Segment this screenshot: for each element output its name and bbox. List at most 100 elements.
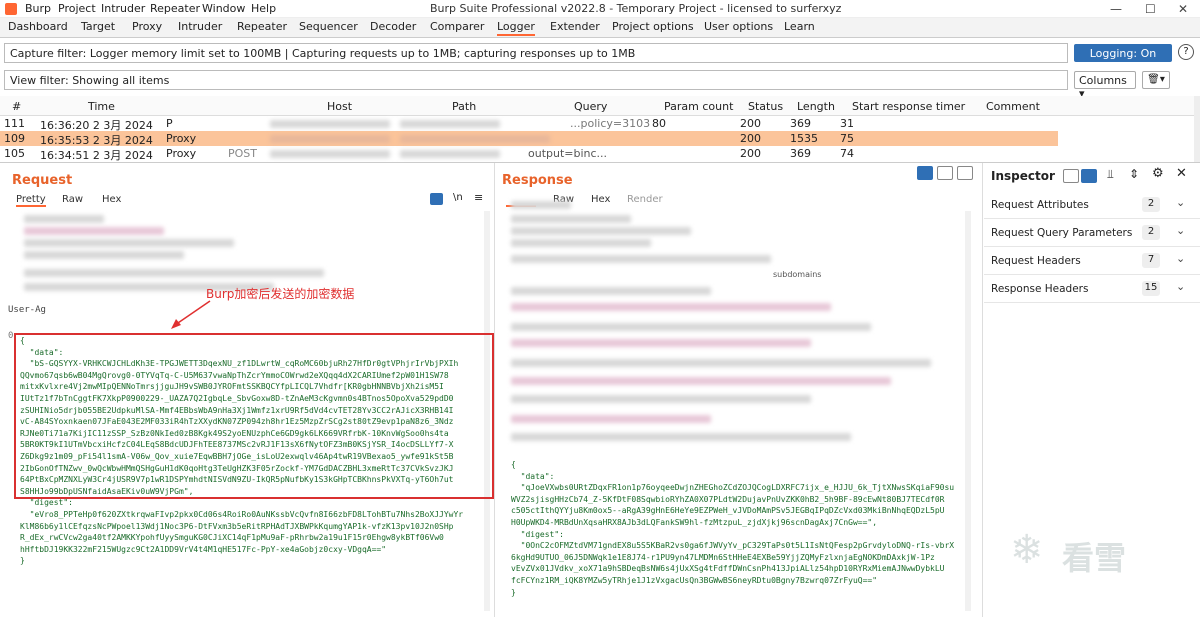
- logging-toggle-button[interactable]: Logging: On: [1074, 44, 1172, 62]
- tab-dashboard[interactable]: Dashboard: [8, 20, 68, 33]
- redacted-path: [400, 135, 550, 143]
- tab-intruder[interactable]: Intruder: [178, 20, 222, 33]
- redacted-headers: [511, 339, 811, 347]
- help-icon[interactable]: ?: [1178, 44, 1194, 60]
- row-param-count: 80: [652, 117, 666, 130]
- row-tool: Proxy: [166, 147, 197, 160]
- layout-single-icon[interactable]: [957, 166, 973, 180]
- tab-logger[interactable]: Logger: [497, 20, 535, 36]
- row-num: 111: [4, 117, 25, 130]
- col-header-path[interactable]: Path: [452, 100, 476, 113]
- inspector-row-request-headers[interactable]: Request Headers 7 ⌄: [984, 247, 1200, 275]
- tab-decoder[interactable]: Decoder: [370, 20, 416, 33]
- tab-user-options[interactable]: User options: [704, 20, 773, 33]
- gear-icon[interactable]: ⚙: [1152, 166, 1164, 181]
- chevron-down-icon: ⌄: [1176, 280, 1186, 293]
- table-scrollbar[interactable]: [1194, 96, 1200, 162]
- request-pane: Request Pretty Raw Hex \n ≡ User-Ag Burp…: [0, 163, 494, 617]
- table-row[interactable]: 105 16:34:51 2 3月 2024 Proxy POST output…: [0, 146, 1058, 162]
- view-filter-bar[interactable]: View filter: Showing all items: [4, 70, 1068, 90]
- col-header-query[interactable]: Query: [574, 100, 607, 113]
- request-title: Request: [12, 173, 73, 188]
- columns-label: Columns: [1079, 74, 1127, 87]
- menu-repeater[interactable]: Repeater: [150, 2, 200, 15]
- inspector-row-request-query-parameters[interactable]: Request Query Parameters 2 ⌄: [984, 219, 1200, 247]
- word-wrap-icon[interactable]: [430, 193, 443, 205]
- inspector-layout-active-icon[interactable]: [1081, 169, 1097, 183]
- annotation-text: Burp加密后发送的加密数据: [206, 287, 355, 301]
- chevron-down-icon: ⌄: [1176, 196, 1186, 209]
- tab-extender[interactable]: Extender: [550, 20, 600, 33]
- col-header-status[interactable]: Status: [748, 100, 783, 113]
- response-tab-hex[interactable]: Hex: [591, 194, 610, 205]
- row-num: 109: [4, 132, 25, 145]
- menu-window[interactable]: Window: [202, 2, 245, 15]
- menu-help[interactable]: Help: [251, 2, 276, 15]
- menu-burp[interactable]: Burp: [25, 2, 51, 15]
- inspector-layout-icon[interactable]: [1063, 169, 1079, 183]
- request-tab-hex[interactable]: Hex: [102, 194, 121, 205]
- tab-repeater[interactable]: Repeater: [237, 20, 287, 33]
- inspector-row-response-headers[interactable]: Response Headers 15 ⌄: [984, 275, 1200, 303]
- tab-learn[interactable]: Learn: [784, 20, 815, 33]
- inspector-row-count: 7: [1142, 253, 1160, 268]
- response-scrollbar[interactable]: [965, 211, 971, 611]
- tab-project-options[interactable]: Project options: [612, 20, 694, 33]
- table-row[interactable]: 111 16:36:20 2 3月 2024 P ...policy=3103 …: [0, 116, 1058, 132]
- minimize-icon[interactable]: —: [1110, 2, 1122, 16]
- request-tab-raw[interactable]: Raw: [62, 194, 83, 205]
- col-header-start-response-timer[interactable]: Start response timer: [852, 100, 965, 113]
- col-header-host[interactable]: Host: [327, 100, 352, 113]
- redacted-path: [400, 120, 500, 128]
- response-body[interactable]: { "data": "qJoeVXwbs0URtZDqxFR1on1p76oyq…: [511, 459, 961, 609]
- redacted-headers: [511, 395, 811, 403]
- redacted-headers: [511, 415, 711, 423]
- maximize-icon[interactable]: ☐: [1145, 2, 1156, 16]
- row-timer: 31: [840, 117, 854, 130]
- col-header-time[interactable]: Time: [88, 100, 115, 113]
- watermark-text: 看雪: [1062, 539, 1127, 577]
- close-icon[interactable]: ✕: [1178, 2, 1188, 16]
- request-tab-pretty[interactable]: Pretty: [16, 194, 46, 207]
- redacted-headers: [24, 239, 234, 247]
- tab-proxy[interactable]: Proxy: [132, 20, 162, 33]
- align-icon[interactable]: ⫫: [1107, 167, 1114, 182]
- annotation-label: Burp加密后发送的加密数据: [206, 285, 354, 302]
- row-query: output=binc...: [528, 147, 608, 160]
- tab-sequencer[interactable]: Sequencer: [299, 20, 358, 33]
- col-header-param-count[interactable]: Param count: [664, 100, 733, 113]
- row-timer: 75: [840, 132, 854, 145]
- annotation-arrow-icon: [171, 300, 211, 329]
- col-header-comment[interactable]: Comment: [986, 100, 1040, 113]
- layout-side-by-side-icon[interactable]: [917, 166, 933, 180]
- log-table-header: # Time Host Path Query Param count Statu…: [0, 96, 1200, 116]
- redacted-headers: [511, 323, 871, 331]
- menu-icon[interactable]: ≡: [474, 191, 483, 204]
- columns-dropdown[interactable]: Columns ▾: [1074, 71, 1136, 100]
- tab-comparer[interactable]: Comparer: [430, 20, 484, 33]
- split-icon[interactable]: ⇕: [1129, 167, 1139, 181]
- line-user-agent: User-Ag: [8, 305, 46, 315]
- col-header-num[interactable]: #: [12, 100, 21, 113]
- layout-stacked-icon[interactable]: [937, 166, 953, 180]
- trash-icon[interactable]: 🗑▾: [1142, 71, 1170, 89]
- inspector-row-request-attributes[interactable]: Request Attributes 2 ⌄: [984, 191, 1200, 219]
- capture-filter-bar[interactable]: Capture filter: Logger memory limit set …: [4, 43, 1068, 63]
- redacted-headers: [511, 227, 691, 235]
- menu-intruder[interactable]: Intruder: [101, 2, 145, 15]
- watermark: ❄ 看雪: [1010, 525, 1190, 585]
- redacted-headers: [511, 239, 651, 247]
- response-fragment: subdomains: [773, 270, 822, 279]
- row-query: ...policy=3103: [570, 117, 651, 130]
- inspector-close-icon[interactable]: ✕: [1176, 166, 1187, 181]
- table-row-selected[interactable]: 109 16:35:53 2 3月 2024 Proxy 200 1535 75: [0, 131, 1058, 147]
- row-length: 369: [790, 117, 811, 130]
- row-time: 16:34:51 2 3月 2024: [40, 149, 153, 162]
- newline-toggle[interactable]: \n: [453, 192, 463, 203]
- request-body[interactable]: { "data": "bS-GQSYYX-VRHKCWJCHLdKh3E-TPG…: [20, 335, 486, 571]
- response-tab-render[interactable]: Render: [627, 194, 663, 205]
- col-header-length[interactable]: Length: [797, 100, 835, 113]
- inspector-row-label: Request Attributes: [991, 199, 1089, 211]
- tab-target[interactable]: Target: [81, 20, 115, 33]
- menu-project[interactable]: Project: [58, 2, 96, 15]
